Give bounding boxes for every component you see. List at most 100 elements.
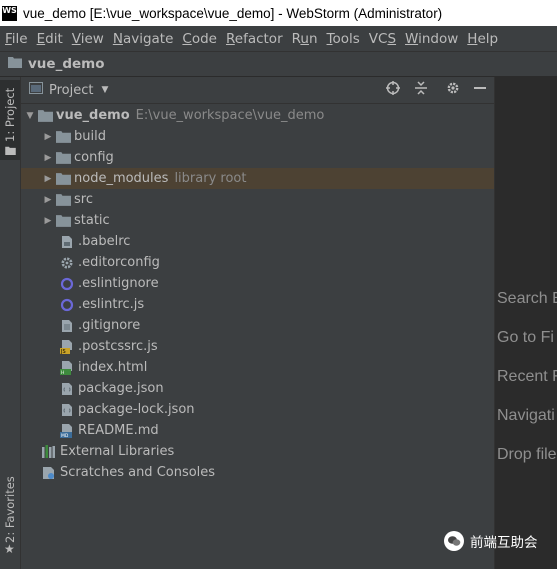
- expand-arrow-icon[interactable]: ▼: [23, 111, 37, 121]
- tree-file-label: README.md: [78, 423, 159, 438]
- svg-text:H: H: [61, 370, 64, 375]
- tool-tab-project-label: 1: Project: [3, 87, 17, 142]
- folder-icon: [55, 129, 71, 145]
- folder-icon: [8, 56, 22, 72]
- editor-hint-drop-files: Drop file: [497, 446, 557, 463]
- tree-file[interactable]: .gitignore: [21, 315, 494, 336]
- svg-text:JS: JS: [60, 349, 66, 354]
- webstorm-logo-icon: WS: [2, 5, 17, 21]
- babelrc-file-icon: [59, 234, 75, 250]
- watermark: 前端互助会: [444, 531, 538, 551]
- eslint-icon: [59, 276, 75, 292]
- collapse-all-icon[interactable]: [414, 81, 428, 99]
- tree-file-label: .babelrc: [78, 234, 131, 249]
- tree-file[interactable]: MD README.md: [21, 420, 494, 441]
- tree-file-label: .editorconfig: [78, 255, 160, 270]
- js-file-icon: JS: [59, 339, 75, 355]
- scratches-icon: [41, 465, 57, 481]
- hide-panel-icon[interactable]: [474, 81, 486, 99]
- tool-tab-favorites[interactable]: 2: Favorites ★: [0, 475, 20, 560]
- project-view-selector[interactable]: Project ▼: [29, 82, 108, 98]
- expand-arrow-icon[interactable]: ▶: [41, 174, 55, 184]
- folder-icon: [37, 108, 53, 124]
- folder-icon: [55, 150, 71, 166]
- json-file-icon: [59, 402, 75, 418]
- tree-file[interactable]: package.json: [21, 378, 494, 399]
- menu-item-help[interactable]: Help: [462, 31, 502, 47]
- editor-hint-navigation: Navigati: [497, 407, 555, 424]
- tree-root[interactable]: ▼ vue_demo E:\vue_workspace\vue_demo: [21, 105, 494, 126]
- tree-external-libraries[interactable]: External Libraries: [21, 441, 494, 462]
- eslint-icon: [59, 297, 75, 313]
- expand-arrow-icon[interactable]: ▶: [41, 216, 55, 226]
- tree-folder-build[interactable]: ▶ build: [21, 126, 494, 147]
- window-title: vue_demo [E:\vue_workspace\vue_demo] - W…: [23, 5, 443, 21]
- menu-item-run[interactable]: Run: [287, 31, 322, 47]
- tree-folder-label: config: [74, 150, 114, 165]
- tree-file[interactable]: .babelrc: [21, 231, 494, 252]
- menu-bar: File Edit View Navigate Code Refactor Run Tools…: [0, 26, 557, 52]
- menu-item-code[interactable]: Code: [177, 31, 221, 47]
- gear-file-icon: [59, 255, 75, 271]
- tree-file[interactable]: .editorconfig: [21, 252, 494, 273]
- title-bar: WS vue_demo [E:\vue_workspace\vue_demo] …: [0, 0, 557, 26]
- tree-file[interactable]: JS .postcssrc.js: [21, 336, 494, 357]
- tree-file[interactable]: .eslintignore: [21, 273, 494, 294]
- expand-arrow-icon[interactable]: ▶: [41, 195, 55, 205]
- tool-tab-favorites-label: 2: Favorites: [3, 476, 17, 543]
- expand-arrow-icon[interactable]: ▶: [41, 153, 55, 163]
- json-file-icon: [59, 381, 75, 397]
- tree-folder-label: static: [74, 213, 110, 228]
- folder-icon: [55, 213, 71, 229]
- editor-hint-search: Search E: [497, 290, 557, 307]
- tree-file[interactable]: Hindex.html: [21, 357, 494, 378]
- library-icon: [41, 444, 57, 460]
- tree-external-libraries-label: External Libraries: [60, 444, 175, 459]
- menu-item-tools[interactable]: Tools: [322, 31, 364, 47]
- locate-file-icon[interactable]: [386, 81, 400, 99]
- tree-folder-label: build: [74, 129, 106, 144]
- project-tool-window: Project ▼ ▼ vue_demo E:\vue_workspace\vu…: [21, 77, 494, 569]
- tool-tab-project[interactable]: 1: Project: [0, 80, 20, 160]
- tree-root-path: E:\vue_workspace\vue_demo: [135, 108, 325, 123]
- menu-item-edit[interactable]: Edit: [32, 31, 67, 47]
- tree-file[interactable]: .eslintrc.js: [21, 294, 494, 315]
- tree-folder-static[interactable]: ▶ static: [21, 210, 494, 231]
- tree-folder-label: node_modules: [74, 171, 169, 186]
- tree-scratches-consoles[interactable]: Scratches and Consoles: [21, 462, 494, 483]
- html-file-icon: H: [59, 360, 75, 376]
- menu-item-vcs[interactable]: VCS: [364, 31, 400, 47]
- tree-folder-node-modules[interactable]: ▶ node_modules library root: [21, 168, 494, 189]
- tree-file-label: .postcssrc.js: [78, 339, 158, 354]
- md-file-icon: MD: [59, 423, 75, 439]
- menu-item-file[interactable]: File: [0, 31, 32, 47]
- project-view-icon: [29, 82, 43, 98]
- text-file-icon: [59, 318, 75, 334]
- menu-item-navigate[interactable]: Navigate: [108, 31, 178, 47]
- menu-item-window[interactable]: Window: [400, 31, 462, 47]
- expand-arrow-icon[interactable]: ▶: [41, 132, 55, 142]
- tree-file[interactable]: package-lock.json: [21, 399, 494, 420]
- library-root-note: library root: [174, 171, 247, 186]
- breadcrumb-project[interactable]: vue_demo: [28, 56, 104, 72]
- navigation-bar: vue_demo: [0, 52, 557, 77]
- watermark-text: 前端互助会: [470, 535, 538, 551]
- folder-icon: [55, 171, 71, 187]
- star-icon: ★: [4, 542, 15, 556]
- editor-empty-area: Search E Go to Fi Recent F Navigati Drop…: [494, 77, 557, 569]
- menu-item-refactor[interactable]: Refactor: [221, 31, 287, 47]
- chevron-down-icon: ▼: [101, 85, 109, 95]
- tree-file-label: index.html: [78, 360, 148, 375]
- editor-hint-goto-file: Go to Fi: [497, 329, 554, 346]
- svg-text:MD: MD: [61, 433, 69, 438]
- menu-item-view[interactable]: View: [67, 31, 108, 47]
- tree-file-label: .eslintignore: [78, 276, 159, 291]
- wechat-icon: [444, 531, 464, 551]
- tree-file-label: package-lock.json: [78, 402, 195, 417]
- folder-icon: [55, 192, 71, 208]
- gear-icon[interactable]: [446, 81, 460, 99]
- tree-folder-label: src: [74, 192, 93, 207]
- tree-folder-config[interactable]: ▶ config: [21, 147, 494, 168]
- tree-folder-src[interactable]: ▶ src: [21, 189, 494, 210]
- tree-file-label: .gitignore: [78, 318, 141, 333]
